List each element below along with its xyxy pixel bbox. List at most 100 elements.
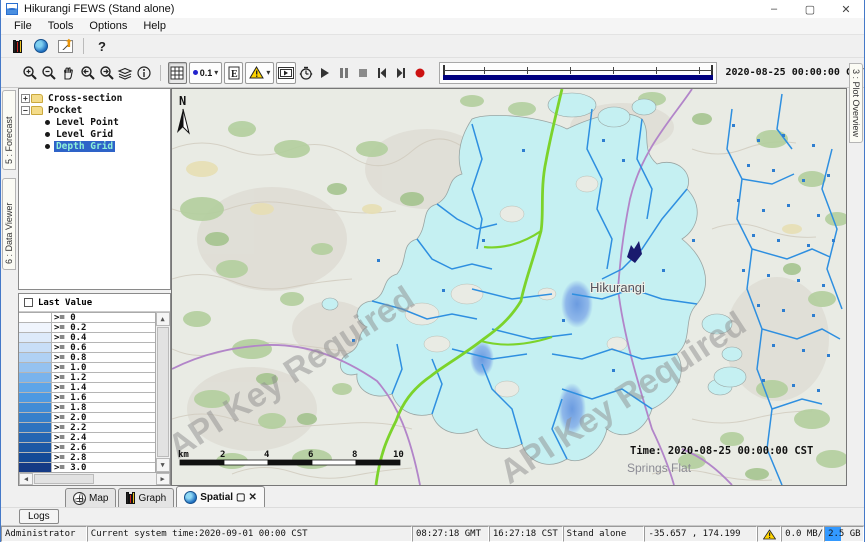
scroll-thumb[interactable] [34,474,94,484]
play-icon [319,67,331,79]
menu-tools[interactable]: Tools [40,19,82,34]
tree-item-level-point[interactable]: Level Point [43,116,170,128]
legend-swatch [19,323,52,332]
spatial-tab-icon [184,491,197,504]
legend-swatch [19,383,52,392]
tab-maximize-icon[interactable]: ▢ [236,492,245,503]
info-button[interactable] [135,62,154,84]
current-time-label: 2020-08-25 00:00:00 CST [725,67,863,78]
map-display-button[interactable] [29,36,53,56]
maximize-button[interactable]: ▢ [792,0,828,18]
collapse-icon[interactable]: − [21,106,30,115]
zoom-out-button[interactable] [40,62,59,84]
zoom-next-button[interactable] [97,62,116,84]
zoom-in-icon [22,65,38,81]
grid-toggle-button[interactable] [168,62,187,84]
close-button[interactable]: ✕ [828,0,864,18]
scale-bar-button[interactable]: E [224,62,243,84]
time-slider-range[interactable] [443,75,713,80]
play-button[interactable] [316,62,335,84]
window-title: Hikurangi FEWS (Stand alone) [24,3,174,15]
database-button[interactable] [5,36,29,56]
tab-graph[interactable]: Graph [118,488,174,507]
layers-button[interactable] [116,62,135,84]
scroll-down-icon[interactable]: ▼ [156,458,170,472]
tab-spatial[interactable]: Spatial ▢ ✕ [176,486,265,507]
legend-scrollbar[interactable]: ▲ ▼ [155,312,170,472]
main-area: 5 : Forecast 6 : Data Viewer + Cross-sec… [1,88,864,486]
animation-button[interactable] [276,62,295,84]
tab-close-icon[interactable]: ✕ [249,492,257,503]
layers-icon [117,65,133,81]
svg-text:6: 6 [308,450,313,460]
tree-item-level-grid[interactable]: Level Grid [43,128,170,140]
warning-icon [763,529,776,540]
status-gmt-time: 08:27:18 GMT [412,526,489,542]
legend-swatch [19,433,52,442]
legend-swatch [19,333,52,342]
scroll-thumb[interactable] [157,327,169,457]
class-break-dropdown[interactable]: 0.1 ▾ [189,62,223,84]
zoom-previous-button[interactable] [78,62,97,84]
tree-item-depth-grid[interactable]: Depth Grid [43,140,170,152]
logs-button[interactable]: Logs [19,509,59,524]
stop-button[interactable] [353,62,372,84]
warning-icon [249,66,264,79]
tab-map[interactable]: Map [65,488,116,507]
tree-item-cross-section[interactable]: + Cross-section [21,92,170,104]
minimize-button[interactable]: – [756,0,792,18]
tab-data-viewer[interactable]: 6 : Data Viewer [2,178,16,270]
skip-start-button[interactable] [372,62,391,84]
tab-plot-overview[interactable]: 3 : Plot Overview [849,63,863,143]
legend-row: >= 0.4 [19,333,155,343]
help-button[interactable]: ? [90,36,114,56]
last-value-checkbox[interactable] [24,298,33,307]
legend-swatch [19,453,52,462]
scroll-right-icon[interactable]: ▶ [156,473,170,485]
pause-icon [338,67,350,79]
time-slider[interactable] [439,62,717,84]
expand-icon[interactable]: + [21,94,30,103]
status-warning[interactable] [757,526,781,542]
menu-help[interactable]: Help [135,19,174,34]
scale-bar-icon: E [228,66,240,80]
pan-button[interactable] [59,62,78,84]
legend-row: >= 0.6 [19,343,155,353]
zoom-out-icon [41,65,57,81]
zoom-in-button[interactable] [21,62,40,84]
legend-table: >= 0 >= 0.2 >= 0.4 >= 0.6 >= 0.8 >= 1.0 … [19,312,155,472]
legend-row: >= 0.2 [19,323,155,333]
legend-swatch [19,423,52,432]
menu-bar: File Tools Options Help [1,18,864,35]
left-tab-strip: 5 : Forecast 6 : Data Viewer [1,88,18,486]
zoom-next-icon [98,65,115,81]
thresholds-dropdown[interactable]: ▾ [245,62,274,84]
status-network-rate: 0.0 MB/s [781,526,824,542]
timeseries-button[interactable] [53,36,77,56]
skip-start-icon [376,67,388,79]
timer-icon [298,65,314,81]
database-icon [13,40,22,53]
menu-options[interactable]: Options [81,19,135,34]
stop-icon [357,67,369,79]
folder-icon [31,94,43,103]
map-canvas[interactable]: API Key Required API Key Required Hikura… [171,88,847,486]
hand-icon [60,65,76,81]
folder-icon [31,106,43,115]
legend-row: >= 3.0 [19,463,155,472]
menu-file[interactable]: File [6,19,40,34]
main-toolbar: ? [1,35,864,57]
animation-speed-button[interactable] [297,62,316,84]
tab-forecast[interactable]: 5 : Forecast [2,90,16,170]
legend-hscrollbar[interactable]: ◀ ▶ [19,472,170,485]
legend-swatch [19,443,52,452]
tree-item-pocket[interactable]: − Pocket [21,104,170,116]
scroll-up-icon[interactable]: ▲ [156,312,170,326]
skip-end-button[interactable] [391,62,410,84]
pause-button[interactable] [335,62,354,84]
record-button[interactable] [410,62,429,84]
status-local-time: 16:27:18 CST [489,526,563,542]
svg-text:8: 8 [352,450,357,460]
scroll-left-icon[interactable]: ◀ [19,473,33,485]
skip-end-icon [395,67,407,79]
